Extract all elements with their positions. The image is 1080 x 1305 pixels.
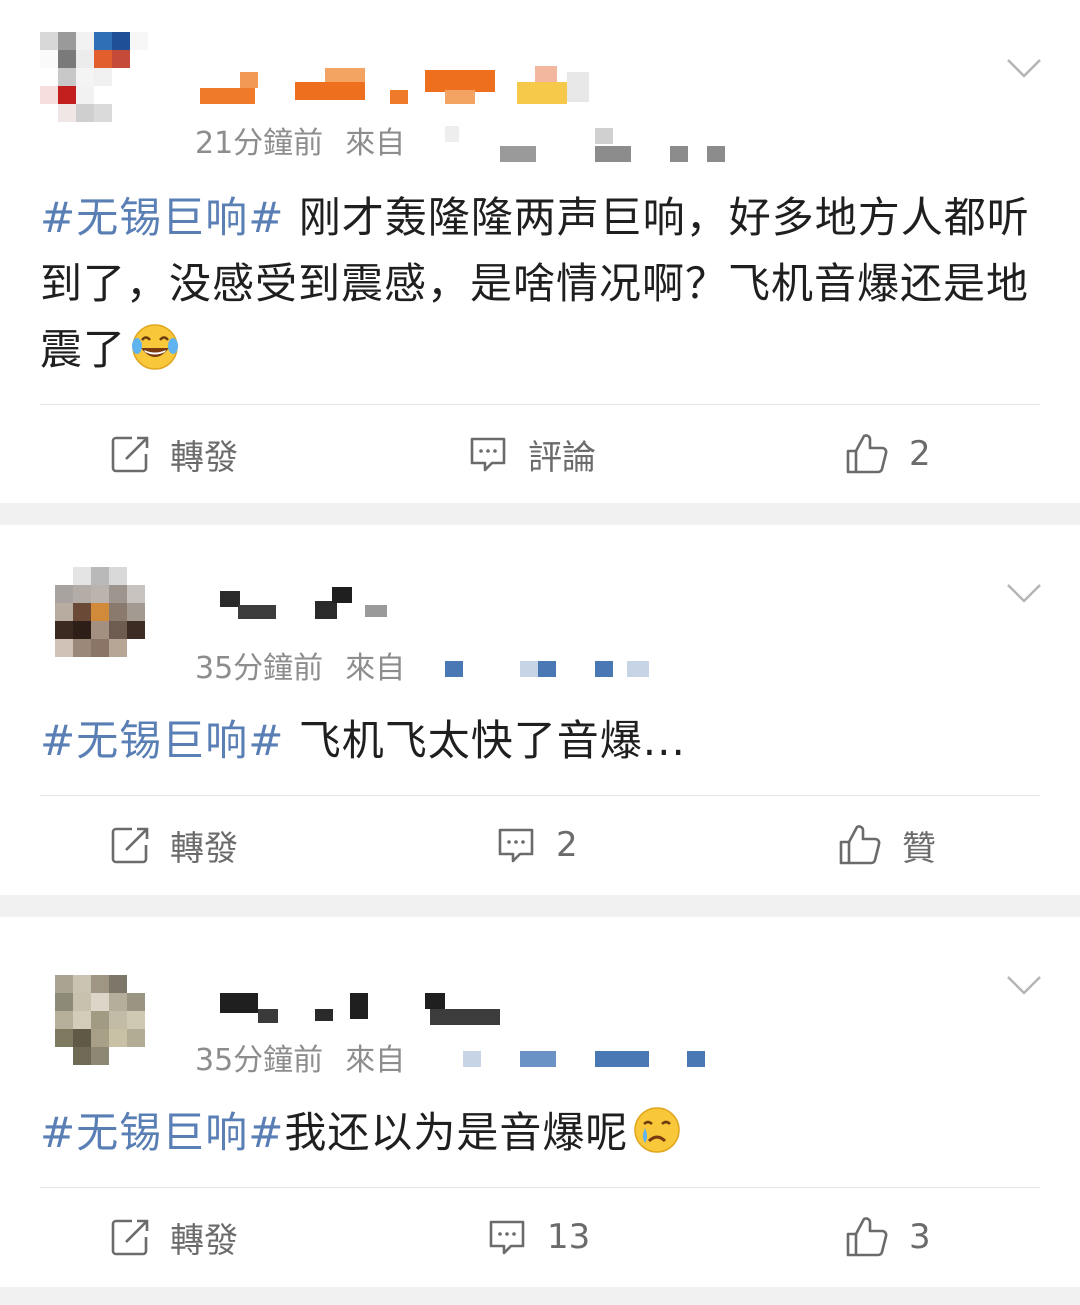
repost-button[interactable]: 轉發 xyxy=(110,404,238,504)
like-icon xyxy=(839,825,881,865)
like-label: 贊 xyxy=(902,828,936,869)
chevron-down-icon[interactable] xyxy=(1006,58,1042,78)
source-prefix: 來自 xyxy=(345,1043,406,1078)
source-redacted[interactable] xyxy=(445,118,985,168)
like-button[interactable]: 贊 xyxy=(838,795,936,895)
action-bar: 轉發 評論 2 xyxy=(0,404,1080,504)
avatar[interactable] xyxy=(40,32,148,122)
avatar[interactable] xyxy=(55,567,163,657)
comment-count: 2 xyxy=(556,825,578,865)
comment-button[interactable]: 評論 xyxy=(468,404,596,504)
username-redacted[interactable] xyxy=(195,60,595,120)
repost-button[interactable]: 轉發 xyxy=(110,795,238,895)
source-redacted[interactable] xyxy=(445,1035,965,1085)
like-button[interactable]: 3 xyxy=(845,1187,931,1287)
repost-button[interactable]: 轉發 xyxy=(110,1187,238,1287)
post-meta: 35分鐘前 來自 xyxy=(195,643,649,687)
repost-label: 轉發 xyxy=(170,1220,238,1261)
post-text: #无锡巨响#我还以为是音爆呢 xyxy=(40,1100,1040,1166)
repost-label: 轉發 xyxy=(170,437,238,478)
post-time: 21分鐘前 xyxy=(195,126,324,161)
avatar[interactable] xyxy=(55,975,163,1065)
repost-icon xyxy=(111,436,149,473)
comment-icon xyxy=(498,828,534,863)
post-meta: 35分鐘前 來自 xyxy=(195,1035,705,1079)
comment-icon xyxy=(489,1220,525,1255)
action-bar: 轉發 2 贊 xyxy=(0,795,1080,895)
comment-count: 13 xyxy=(547,1217,591,1257)
post-time: 35分鐘前 xyxy=(195,651,324,686)
repost-label: 轉發 xyxy=(170,828,238,869)
repost-icon xyxy=(111,827,149,864)
source-prefix: 來自 xyxy=(345,651,406,686)
like-icon xyxy=(846,1217,888,1257)
post-card: 21分鐘前 來自 #无锡巨响# 刚才轰隆隆两声巨响，好多地方人都听到了，没感受到震… xyxy=(0,0,1080,503)
post-body: 飞机飞太快了音爆... xyxy=(298,716,686,765)
hashtag-link[interactable]: #无锡巨响# xyxy=(40,1108,284,1157)
post-card: 35分鐘前 來自 #无锡巨响#我还以为是音爆呢 轉發 13 3 xyxy=(0,917,1080,1287)
like-icon xyxy=(846,434,888,474)
post-time: 35分鐘前 xyxy=(195,1043,324,1078)
post-text: #无锡巨响# 刚才轰隆隆两声巨响，好多地方人都听到了，没感受到震感，是啥情况啊？… xyxy=(40,185,1040,383)
source-redacted[interactable] xyxy=(445,643,905,693)
hashtag-link[interactable]: #无锡巨响# xyxy=(40,716,284,765)
comment-icon xyxy=(470,437,506,472)
laughing-tears-emoji-icon xyxy=(132,324,179,370)
comment-button[interactable]: 2 xyxy=(496,795,578,895)
like-button[interactable]: 2 xyxy=(845,404,931,504)
comment-button[interactable]: 13 xyxy=(487,1187,590,1287)
crying-emoji-icon xyxy=(634,1107,681,1153)
username-redacted[interactable] xyxy=(220,583,420,643)
action-bar: 轉發 13 3 xyxy=(0,1187,1080,1287)
post-meta: 21分鐘前 來自 xyxy=(195,118,725,162)
post-card: 35分鐘前 來自 #无锡巨响# 飞机飞太快了音爆... 轉發 2 贊 xyxy=(0,525,1080,895)
post-text: #无锡巨响# 飞机飞太快了音爆... xyxy=(40,708,1040,774)
repost-icon xyxy=(111,1219,149,1256)
like-count: 3 xyxy=(909,1217,931,1257)
comment-label: 評論 xyxy=(528,437,596,478)
chevron-down-icon[interactable] xyxy=(1006,975,1042,995)
post-body: 我还以为是音爆呢 xyxy=(284,1108,629,1157)
chevron-down-icon[interactable] xyxy=(1006,583,1042,603)
hashtag-link[interactable]: #无锡巨响# xyxy=(40,193,284,242)
like-count: 2 xyxy=(909,434,931,474)
source-prefix: 來自 xyxy=(345,126,406,161)
